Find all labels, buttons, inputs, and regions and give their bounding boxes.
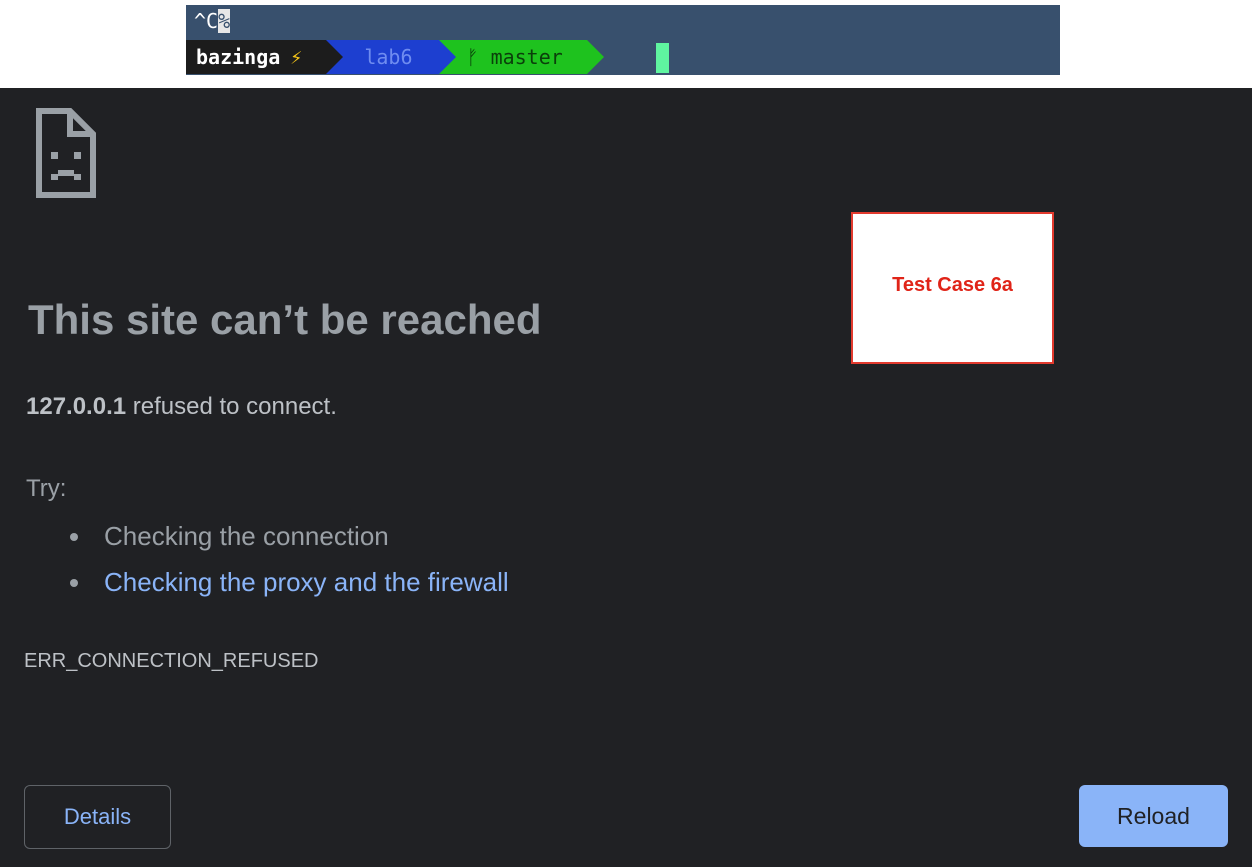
terminal-window: ^C% bazinga ⚡ lab6 ᚠ master — [186, 5, 1060, 75]
error-code: ERR_CONNECTION_REFUSED — [24, 650, 319, 672]
git-branch-icon: ᚠ — [466, 45, 479, 69]
suggestion-list: Checking the connection Checking the pro… — [64, 513, 509, 605]
terminal-prompt: bazinga ⚡ lab6 ᚠ master — [186, 40, 604, 74]
suggestion-check-proxy-link[interactable]: Checking the proxy and the firewall — [64, 559, 509, 605]
terminal-cursor[interactable] — [656, 43, 669, 73]
terminal-highlighted-char: % — [218, 9, 231, 33]
prompt-user: bazinga — [196, 45, 281, 69]
error-host: 127.0.0.1 — [26, 393, 127, 420]
sad-page-icon — [36, 108, 96, 198]
prompt-directory: lab6 — [364, 45, 413, 69]
segment-arrow — [586, 40, 604, 74]
prompt-branch: master — [490, 45, 563, 69]
test-case-stamp: Test Case 6a — [851, 212, 1054, 364]
error-message: refused to connect. — [126, 393, 337, 420]
reload-button[interactable]: Reload — [1079, 785, 1228, 847]
test-case-label: Test Case 6a — [892, 273, 1013, 296]
error-summary: 127.0.0.1 refused to connect. — [26, 390, 337, 424]
terminal-output-line: ^C% — [194, 9, 231, 33]
segment-arrow — [438, 40, 456, 74]
details-button[interactable]: Details — [24, 785, 171, 849]
try-label: Try: — [26, 475, 67, 502]
prompt-user-segment: bazinga ⚡ — [186, 40, 344, 74]
page-title: This site can’t be reached — [28, 296, 542, 343]
lightning-icon: ⚡ — [290, 45, 303, 69]
terminal-interrupt-text: ^C — [194, 9, 219, 33]
browser-error-page — [0, 88, 1252, 867]
prompt-git-segment: ᚠ master — [438, 40, 604, 74]
suggestion-check-connection: Checking the connection — [64, 513, 509, 559]
segment-arrow — [326, 40, 344, 74]
